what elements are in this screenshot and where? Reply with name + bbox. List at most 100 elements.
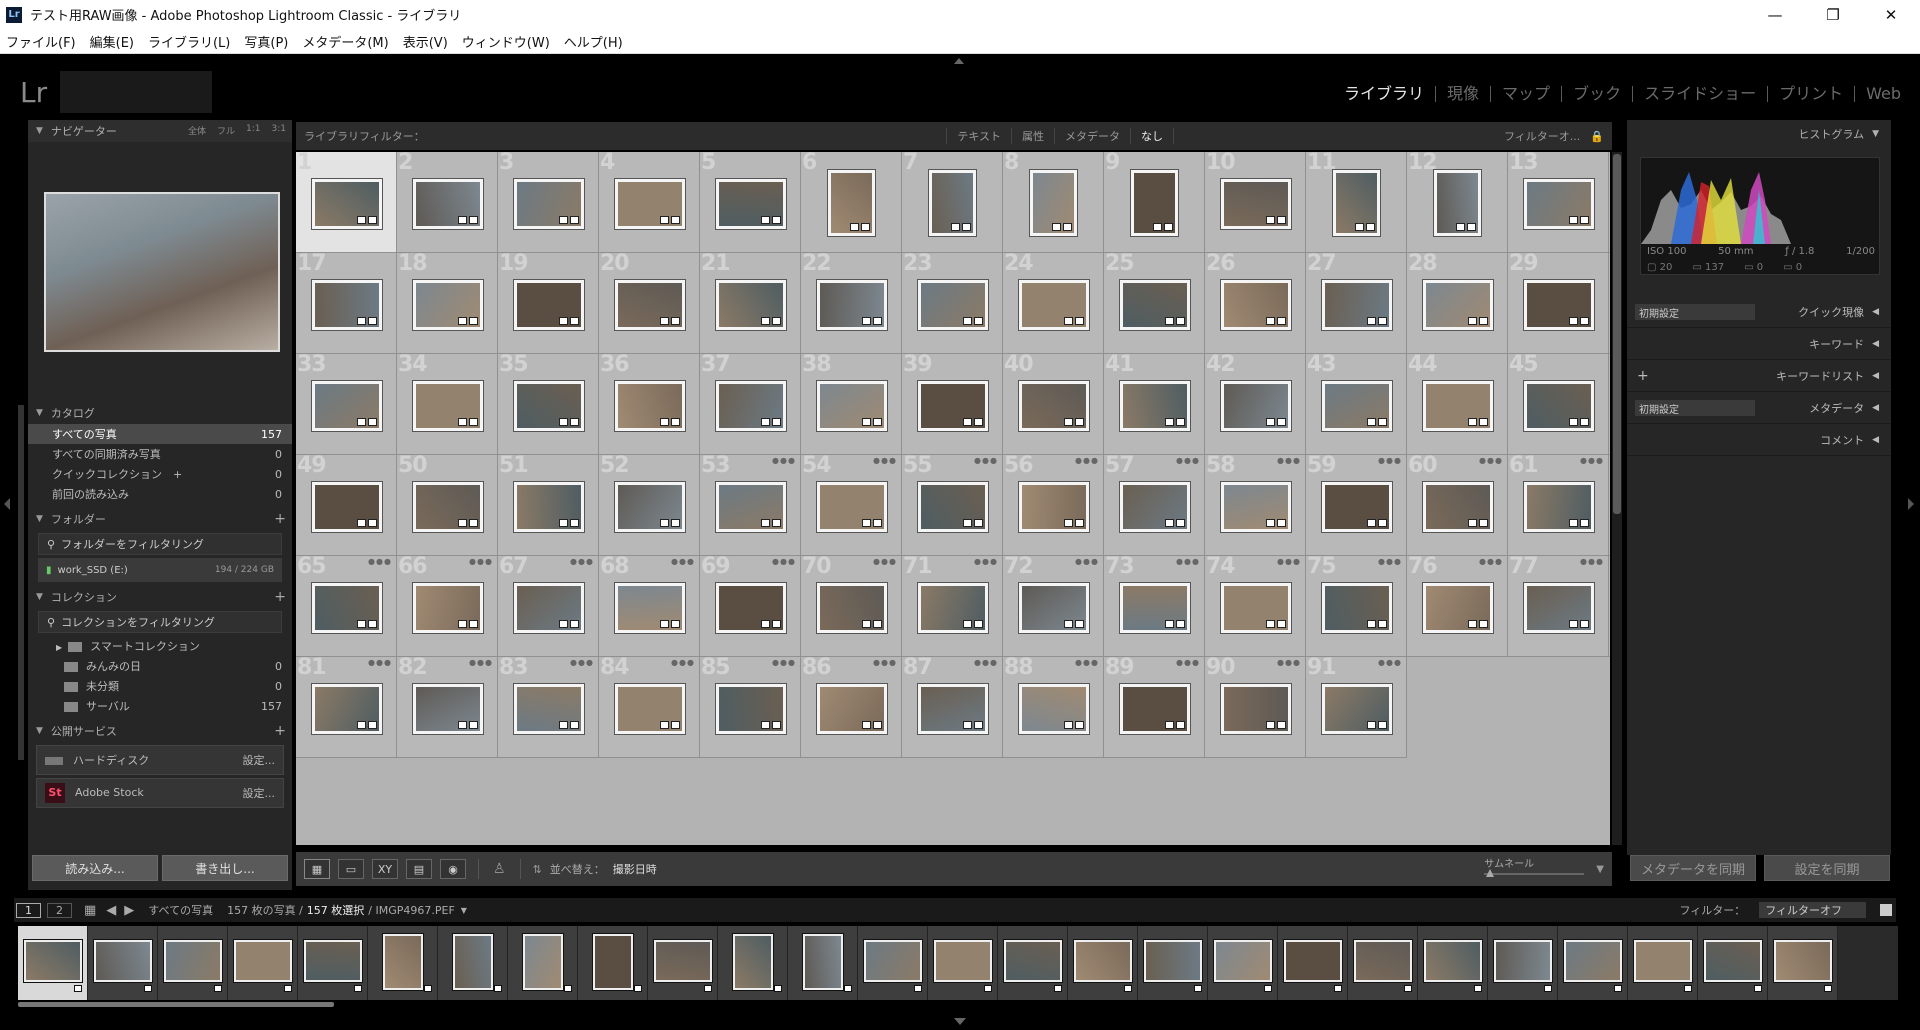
more-options-icon[interactable]: ●●● [1378,557,1402,566]
grid-cell[interactable]: 14 [1609,152,1610,253]
photo-thumbnail[interactable] [817,482,887,532]
more-options-icon[interactable]: ●●● [1479,557,1503,566]
module-map[interactable]: マップ [1490,86,1561,102]
module-library[interactable]: ライブラリ [1333,86,1435,102]
filmstrip-cell[interactable] [1418,926,1488,1000]
filmstrip-cell[interactable] [1768,926,1838,1000]
photo-thumbnail[interactable] [1221,280,1291,330]
grid-cell[interactable]: 58 ●●● [1205,453,1306,556]
photo-thumbnail[interactable] [1322,583,1392,633]
sort-dropdown[interactable]: 撮影日時 [613,861,657,877]
photo-thumbnail[interactable] [615,482,685,532]
filmstrip-cell[interactable] [88,926,158,1000]
photo-thumbnail[interactable] [1120,482,1190,532]
more-options-icon[interactable]: ●●● [772,557,796,566]
more-options-icon[interactable]: ●●● [671,557,695,566]
grid-cell[interactable]: 1 [296,152,397,253]
grid-cell[interactable]: 18 [397,251,498,354]
photo-thumbnail[interactable] [1434,170,1481,236]
filmstrip-cell[interactable] [1628,926,1698,1000]
zoom-fill[interactable]: フル [217,124,235,137]
photo-thumbnail[interactable] [1120,280,1190,330]
grid-cell[interactable]: 27 [1306,251,1407,354]
zoom-3-1[interactable]: 3:1 [272,124,286,137]
grid-cell[interactable]: 81 ●●● [296,655,397,758]
grid-cell[interactable]: 30 [1609,253,1610,354]
photo-thumbnail[interactable] [1019,583,1089,633]
filmstrip-thumbnail[interactable] [1144,940,1202,982]
more-options-icon[interactable]: ●●● [1479,456,1503,465]
filmstrip-cell[interactable] [158,926,228,1000]
metadata-header[interactable]: 初期設定 メタデータ ◀ [1627,392,1891,424]
toolbar-options-icon[interactable]: ▼ [1596,864,1604,875]
filmstrip-cell[interactable] [648,926,718,1000]
filmstrip-cell[interactable] [18,926,88,1000]
photo-thumbnail[interactable] [413,684,483,734]
compare-view-icon[interactable]: XY [372,859,398,879]
photo-thumbnail[interactable] [413,381,483,431]
filmstrip-thumbnail[interactable] [1564,940,1622,982]
grid-cell[interactable]: 3 [498,152,599,253]
grid-cell[interactable]: 10 [1205,152,1306,253]
filter-lock-icon[interactable] [1880,904,1892,916]
chevron-down-icon[interactable]: ▼ [461,906,467,915]
more-options-icon[interactable]: ●●● [1075,557,1099,566]
keyword-list-header[interactable]: + キーワードリスト ◀ [1627,360,1891,392]
lock-icon[interactable]: 🔒 [1590,130,1604,143]
close-icon[interactable]: ✕ [1862,0,1920,29]
loupe-view-icon[interactable]: ▭ [338,859,364,879]
photo-thumbnail[interactable] [716,684,786,734]
back-arrow-icon[interactable]: ◀ [106,903,116,918]
module-web[interactable]: Web [1854,86,1912,102]
catalog-header[interactable]: ▼ カタログ [28,402,292,424]
painter-icon[interactable]: ♙ [493,861,506,877]
more-options-icon[interactable]: ●●● [974,658,998,667]
quick-develop-header[interactable]: 初期設定 クイック現像 ◀ [1627,296,1891,328]
photo-thumbnail[interactable] [918,381,988,431]
grid-cell[interactable]: 75 ●●● [1306,554,1407,657]
filmstrip-thumbnail[interactable] [1074,940,1132,982]
collection-item[interactable]: サーバル 157 [28,696,292,716]
module-slideshow[interactable]: スライドショー [1632,86,1767,102]
collection-filter-input[interactable]: ⚲ コレクションをフィルタリング [38,611,282,633]
photo-thumbnail[interactable] [413,280,483,330]
grid-cell[interactable]: 59 ●●● [1306,453,1407,556]
main-window-button[interactable]: 1 [16,902,41,918]
catalog-item-previous-import[interactable]: 前回の読み込み 0 [28,484,292,504]
grid-cell[interactable]: 42 [1205,352,1306,455]
grid-cell[interactable]: 24 [1003,251,1104,354]
photo-thumbnail[interactable] [615,684,685,734]
photo-thumbnail[interactable] [817,583,887,633]
photo-thumbnail[interactable] [312,482,382,532]
filmstrip-cell[interactable] [1138,926,1208,1000]
catalog-item-all-photos[interactable]: すべての写真 157 [28,424,292,444]
grid-cell[interactable]: 78●●● [1609,556,1610,657]
module-print[interactable]: プリント [1767,86,1854,102]
grid-cell[interactable]: 71 ●●● [902,554,1003,657]
more-options-icon[interactable]: ●●● [1277,658,1301,667]
grid-cell[interactable]: 89 ●●● [1104,655,1205,758]
photo-thumbnail[interactable] [1019,280,1089,330]
menu-metadata[interactable]: メタデータ(M) [302,32,388,51]
filter-tab-attribute[interactable]: 属性 [1011,128,1054,144]
publish-setup-button[interactable]: 設定... [243,752,276,768]
filmstrip-cell[interactable] [438,926,508,1000]
grid-cell[interactable]: 5 [700,152,801,253]
photo-thumbnail[interactable] [615,179,685,229]
grid-cell[interactable]: 62●●● [1609,455,1610,556]
add-collection-icon[interactable]: + [274,589,286,605]
more-options-icon[interactable]: ●●● [570,557,594,566]
filmstrip-thumbnail[interactable] [1354,940,1412,982]
photo-thumbnail[interactable] [817,684,887,734]
grid-cell[interactable]: 38 [801,352,902,455]
grid-cell[interactable]: 22 [801,251,902,354]
publish-services-header[interactable]: ▼ 公開サービス + [28,720,292,742]
photo-thumbnail[interactable] [312,381,382,431]
folder-filter-input[interactable]: ⚲ フォルダーをフィルタリング [38,533,282,555]
restore-icon[interactable]: ❐ [1804,0,1862,29]
grid-cell[interactable]: 87 ●●● [902,655,1003,758]
grid-cell[interactable]: 12 [1407,152,1508,253]
photo-thumbnail[interactable] [514,583,584,633]
filmstrip-cell[interactable] [858,926,928,1000]
filmstrip-thumbnail[interactable] [864,940,922,982]
